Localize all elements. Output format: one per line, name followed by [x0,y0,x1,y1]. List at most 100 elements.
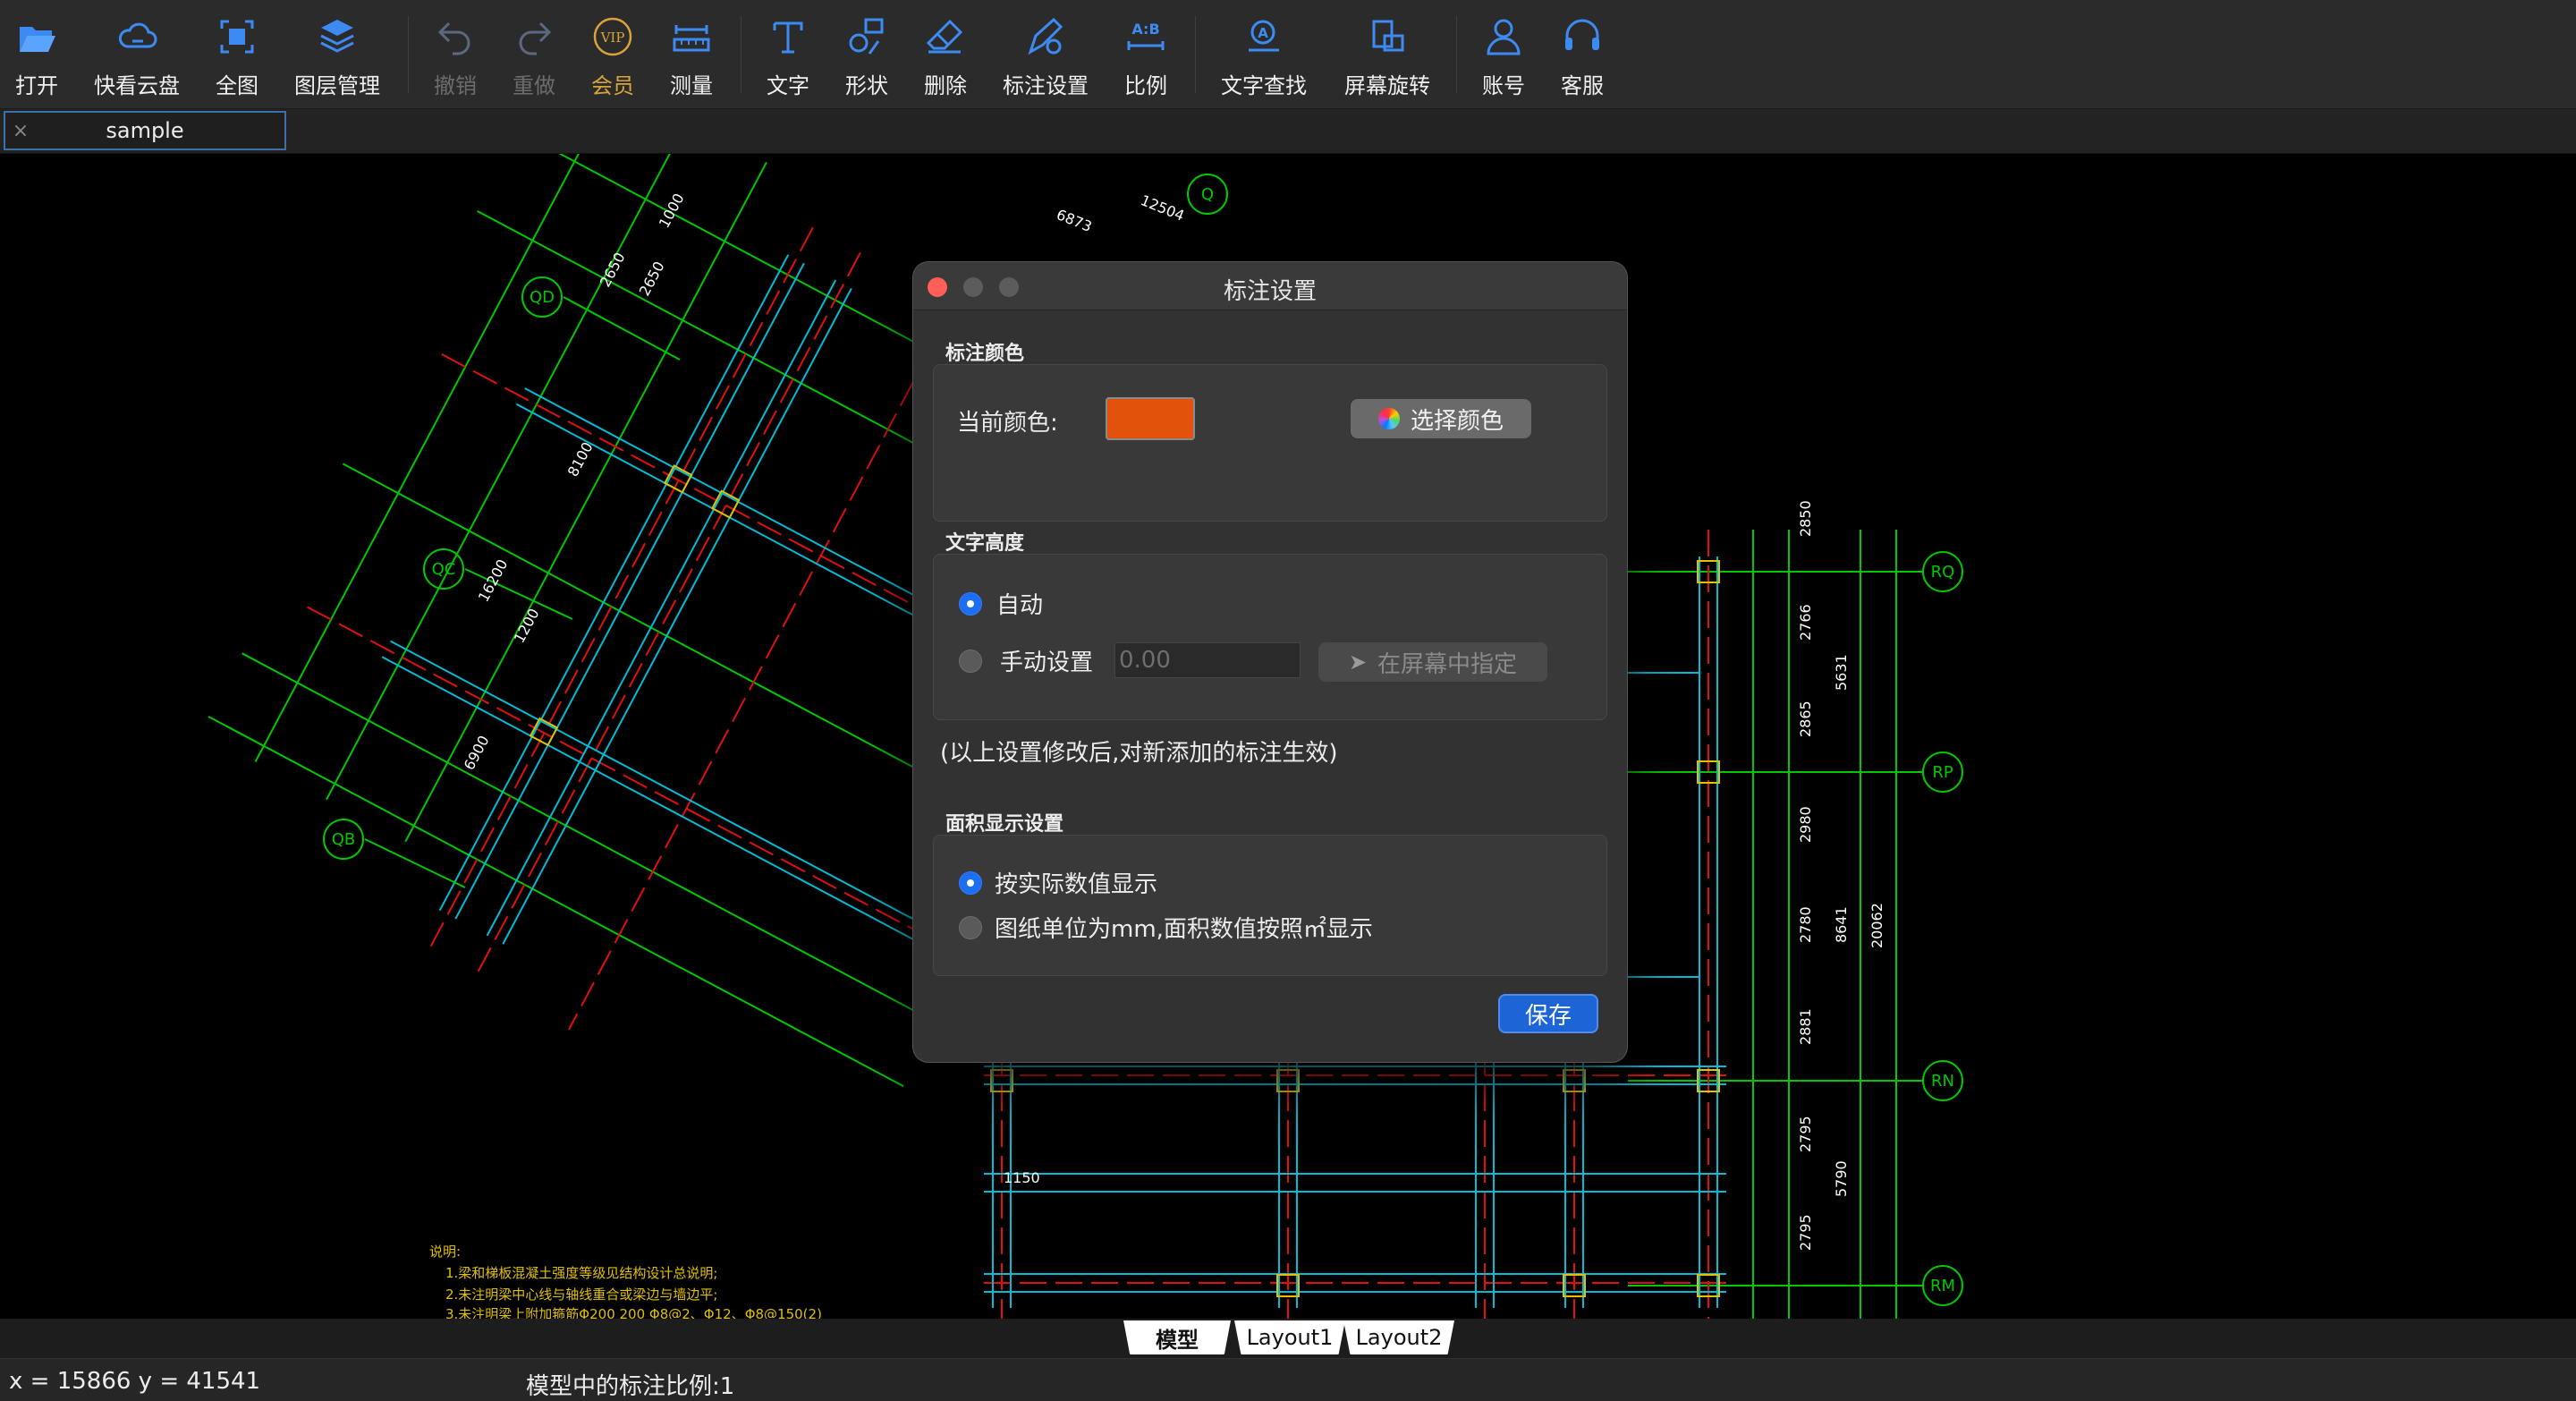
axis-label: QC [432,560,456,579]
axis-label: RQ [1931,563,1955,582]
mm-unit-radio[interactable] [959,916,982,939]
actual-value-radio[interactable] [959,871,982,895]
layer-manager-button[interactable]: 图层管理 [288,13,386,102]
customer-service-button[interactable]: 客服 [1533,13,1631,102]
dimension-text: 6900 [461,733,493,773]
dimension-text: 8100 [564,439,597,480]
svg-text:A: A [1258,25,1268,41]
document-tab-sample[interactable]: × sample [4,111,286,150]
headset-icon [1558,13,1606,61]
pick-on-screen-button[interactable]: ➤ 在屏幕中指定 [1318,642,1547,682]
cloud-drive-button[interactable]: 快看云盘 [88,13,186,102]
dimension-text: 2766 [1797,604,1814,641]
tab-model[interactable]: 模型 [1123,1320,1231,1354]
annotation-settings-icon [1021,13,1070,61]
pointer-cursor-icon: ➤ [1348,650,1368,675]
svg-text:A:B: A:B [1131,21,1159,38]
dimension-text: 2780 [1797,906,1814,943]
scale-button[interactable]: A:B 比例 [1097,13,1195,102]
annotation-settings-button[interactable]: 标注设置 [996,13,1095,102]
dimension-text: 2795 [1797,1214,1814,1251]
vip-icon: VIP [589,13,637,61]
rotate-screen-button[interactable]: 屏幕旋转 [1338,13,1436,102]
settings-note: (以上设置修改后,对新添加的标注生效) [940,740,1338,767]
shape-icon [843,13,891,61]
document-tab-strip: × sample [0,109,2576,154]
axis-label: QD [530,288,555,307]
axis-label: QB [332,830,356,849]
tab-layout2[interactable]: Layout2 [1343,1320,1454,1354]
annotation-settings-dialog: 标注设置 标注颜色 当前颜色: 选择颜色 文字高度 自动 手动设置 0.00 ➤… [912,261,1628,1063]
eraser-icon [921,13,970,61]
dialog-title: 标注设置 [1223,278,1317,305]
text-icon [764,13,812,61]
dimension-text: 1150 [1004,1169,1040,1186]
dimension-text: 1200 [511,606,543,646]
close-tab-icon[interactable]: × [5,120,36,142]
text-search-icon: A [1240,13,1288,61]
cloud-icon [113,13,161,61]
document-tab-title: sample [106,118,184,143]
text-height-section-title: 文字高度 [945,532,1025,555]
layers-icon [313,13,361,61]
text-search-button[interactable]: A 文字查找 [1215,13,1313,102]
drawing-note: 说明: [429,1244,461,1260]
dimension-text: 16200 [475,556,512,605]
axis-label: RM [1930,1277,1955,1295]
dimension-text: 12504 [1139,191,1187,225]
cursor-coordinates: x = 15866 y = 41541 [9,1368,261,1395]
measure-button[interactable]: 测量 [642,13,741,102]
dimension-text: 2865 [1797,700,1814,737]
dimension-text: 2650 [636,259,668,299]
undo-icon [431,13,479,61]
choose-color-label: 选择颜色 [1410,407,1504,435]
save-button[interactable]: 保存 [1498,994,1598,1033]
drawing-note: 2.未注明梁中心线与轴线重合或梁边与墙边平; [445,1286,717,1303]
dimension-text: 2881 [1797,1008,1814,1045]
fit-view-button[interactable]: 全图 [188,13,286,102]
dimension-text: 1000 [656,191,688,231]
manual-height-radio[interactable] [959,650,982,673]
drawing-note: 1.梁和梯板混凝土强度等级见结构设计总说明; [445,1265,717,1281]
main-toolbar: 打开 快看云盘 全图 图层管理 撤销 重做 VIP 会员 测量 文字 形状 删除… [0,0,2576,109]
axis-label: RP [1932,763,1953,782]
tab-layout1[interactable]: Layout1 [1234,1320,1345,1354]
dimension-text: 5631 [1833,654,1850,691]
delete-button[interactable]: 删除 [896,13,995,102]
open-button[interactable]: 打开 [0,13,86,102]
rotate-screen-icon [1363,13,1411,61]
dimension-text: 2795 [1797,1116,1814,1152]
color-wheel-icon [1377,408,1400,429]
auto-height-radio[interactable] [959,592,982,616]
dialog-titlebar: 标注设置 [913,262,1627,310]
status-bar: x = 15866 y = 41541 模型中的标注比例:1 [0,1358,2576,1401]
auto-height-label: 自动 [996,592,1044,619]
actual-value-label: 按实际数值显示 [995,871,1158,898]
account-icon [1479,13,1528,61]
choose-color-button[interactable]: 选择颜色 [1351,399,1531,438]
measure-icon [667,13,716,61]
vip-badge-text: VIP [600,30,625,46]
mm-unit-label: 图纸单位为mm,面积数值按照㎡显示 [995,916,1373,943]
dimension-text: 20062 [1868,903,1885,948]
color-section-title: 标注颜色 [945,343,1025,365]
folder-open-icon [13,13,61,61]
fit-view-icon [213,13,261,61]
dimension-text: 2650 [597,250,629,290]
drawing-note: 3.未注明梁上附加箍筋Φ200 200 Φ8@2、Φ12、Φ8@150(2) [445,1306,822,1319]
annotation-scale-status: 模型中的标注比例:1 [526,1373,735,1400]
pick-on-screen-label: 在屏幕中指定 [1377,650,1518,678]
redo-icon [510,13,558,61]
dimension-text: 2980 [1797,806,1814,843]
manual-height-input[interactable]: 0.00 [1114,642,1301,678]
axis-label: RN [1931,1072,1954,1091]
dimension-text: 2850 [1797,500,1814,537]
current-color-swatch[interactable] [1106,397,1195,440]
axis-label: Q [1201,185,1214,204]
color-section: 当前颜色: 选择颜色 [933,364,1607,522]
scale-icon: A:B [1122,13,1170,61]
text-height-section: 自动 手动设置 0.00 ➤ 在屏幕中指定 [933,554,1607,720]
toolbar-separator [1195,16,1196,93]
area-section-title: 面积显示设置 [945,813,1064,836]
area-display-section: 按实际数值显示 图纸单位为mm,面积数值按照㎡显示 [933,835,1607,976]
